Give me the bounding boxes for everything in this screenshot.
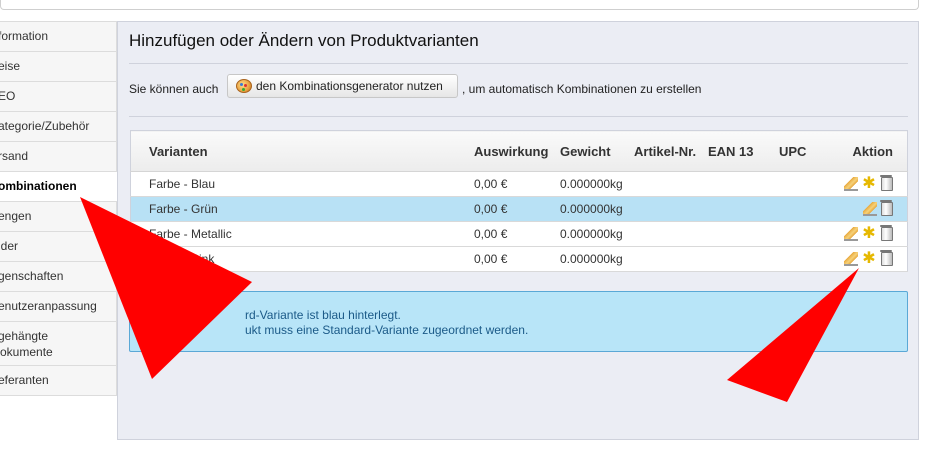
column-header-actions: Aktion (840, 130, 908, 172)
generator-palette-icon (236, 79, 252, 93)
variant-ean13 (708, 246, 779, 272)
default-variant-info-box: rd-Variante ist blau hinterlegt. ukt mus… (129, 291, 908, 352)
set-default-star-icon[interactable]: ✱ (861, 176, 877, 192)
combination-generator-button[interactable]: den Kombinationsgenerator nutzen (227, 74, 458, 98)
sidebar-item-label: enutzeranpassung (0, 299, 97, 313)
table-row[interactable]: Farbe - Metallic 0,00 € 0.000000kg ✱ (130, 221, 908, 247)
column-header-impact: Auswirkung (474, 130, 560, 172)
sidebar-item-label: EO (0, 89, 16, 103)
top-panel-edge (0, 0, 919, 10)
edit-icon[interactable] (863, 202, 877, 217)
variant-impact: 0,00 € (474, 221, 560, 247)
column-header-reference: Artikel-Nr. (634, 130, 708, 172)
edit-icon[interactable] (844, 252, 858, 267)
sidebar-item-features[interactable]: genschaften (0, 262, 117, 292)
variant-weight: 0.000000kg (560, 246, 634, 272)
delete-icon[interactable] (880, 200, 893, 217)
variant-name: Farbe - Pink (130, 246, 474, 272)
column-header-ean13: EAN 13 (708, 130, 779, 172)
sidebar-item-suppliers[interactable]: eferanten (0, 366, 117, 396)
combinations-panel: Hinzufügen oder Ändern von Produktvarian… (117, 21, 919, 440)
variant-impact: 0,00 € (474, 246, 560, 272)
column-header-weight: Gewicht (560, 130, 634, 172)
info-line: ukt muss eine Standard-Variante zugeordn… (245, 323, 529, 337)
sidebar-item-label: engen (0, 209, 32, 223)
variant-weight: 0.000000kg (560, 171, 634, 197)
variant-upc (779, 171, 840, 197)
column-header-variants: Varianten (130, 130, 474, 172)
variant-name: Farbe - Grün (130, 196, 474, 222)
sidebar-item-label: ategorie/Zubehör (0, 119, 90, 133)
sidebar-item-attachments[interactable]: gehängte okumente (0, 322, 117, 366)
sidebar-item-shipping[interactable]: rsand (0, 142, 117, 172)
sidebar-item-label: eise (0, 59, 21, 73)
combinations-table: Varianten Auswirkung Gewicht Artikel-Nr.… (130, 130, 908, 272)
variant-name: Farbe - Blau (130, 171, 474, 197)
delete-icon[interactable] (880, 175, 893, 192)
set-default-star-icon[interactable]: ✱ (861, 251, 877, 267)
variant-upc (779, 196, 840, 222)
sidebar-item-categories[interactable]: ategorie/Zubehör (0, 112, 117, 142)
divider (129, 116, 908, 117)
variant-actions: ✱ (840, 171, 908, 197)
info-line: rd-Variante ist blau hinterlegt. (245, 308, 401, 322)
sidebar-item-label: rsand (0, 149, 29, 163)
variant-reference (634, 196, 708, 222)
variant-reference (634, 171, 708, 197)
sidebar-item-combinations[interactable]: ombinationen (0, 172, 117, 202)
variant-actions: ✱ (840, 221, 908, 247)
variant-impact: 0,00 € (474, 196, 560, 222)
edit-icon[interactable] (844, 177, 858, 192)
sidebar-item-quantities[interactable]: engen (0, 202, 117, 232)
column-header-upc: UPC (779, 130, 840, 172)
delete-icon[interactable] (880, 225, 893, 242)
variant-weight: 0.000000kg (560, 196, 634, 222)
variant-actions: ✱ (840, 246, 908, 272)
variant-name: Farbe - Metallic (130, 221, 474, 247)
sidebar-item-label: genschaften (0, 269, 64, 283)
table-row-default[interactable]: Farbe - Grün 0,00 € 0.000000kg (130, 196, 908, 222)
sidebar-item-label: formation (0, 29, 49, 43)
sidebar-item-images[interactable]: lder (0, 232, 117, 262)
variant-actions (840, 196, 908, 222)
table-row[interactable]: Farbe - Blau 0,00 € 0.000000kg ✱ (130, 171, 908, 197)
sidebar-item-label: lder (0, 239, 19, 253)
divider (129, 63, 908, 64)
sidebar-item-seo[interactable]: EO (0, 82, 117, 112)
variant-reference (634, 246, 708, 272)
sidebar-item-label: gehängte okumente (0, 329, 53, 359)
product-tabs-sidebar: formation eise EO ategorie/Zubehör rsand… (0, 21, 117, 396)
variant-upc (779, 246, 840, 272)
variant-impact: 0,00 € (474, 171, 560, 197)
page-title: Hinzufügen oder Ändern von Produktvarian… (129, 31, 479, 50)
generator-prefix-text: Sie können auch (129, 82, 219, 96)
sidebar-item-information[interactable]: formation (0, 21, 117, 52)
variant-ean13 (708, 196, 779, 222)
variant-ean13 (708, 221, 779, 247)
variant-weight: 0.000000kg (560, 221, 634, 247)
sidebar-item-label: eferanten (0, 373, 49, 387)
table-row[interactable]: Farbe - Pink 0,00 € 0.000000kg ✱ (130, 246, 908, 272)
variant-upc (779, 221, 840, 247)
variant-reference (634, 221, 708, 247)
combination-generator-button-label: den Kombinationsgenerator nutzen (256, 79, 443, 93)
edit-icon[interactable] (844, 227, 858, 242)
table-header-row: Varianten Auswirkung Gewicht Artikel-Nr.… (130, 130, 908, 172)
sidebar-item-customization[interactable]: enutzeranpassung (0, 292, 117, 322)
generator-suffix-text: , um automatisch Kombinationen zu erstel… (462, 82, 702, 96)
variant-ean13 (708, 171, 779, 197)
set-default-star-icon[interactable]: ✱ (861, 226, 877, 242)
sidebar-item-prices[interactable]: eise (0, 52, 117, 82)
delete-icon[interactable] (880, 250, 893, 267)
sidebar-item-label: ombinationen (0, 179, 77, 193)
